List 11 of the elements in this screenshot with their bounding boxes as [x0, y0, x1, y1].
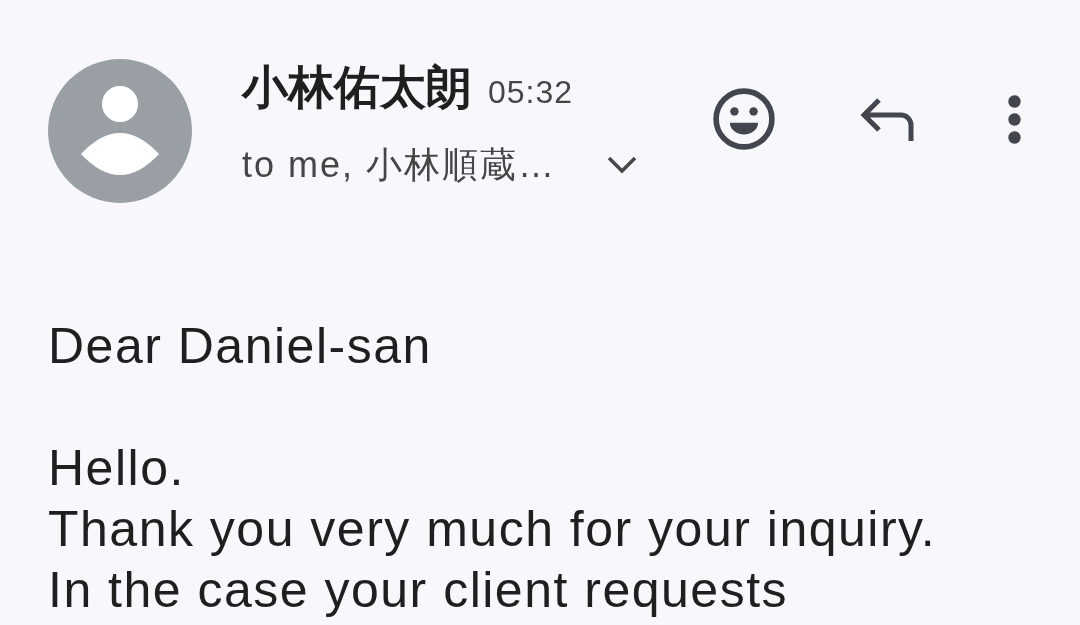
email-body-line: Hello. — [48, 439, 185, 498]
email-body-line: In the case your client requests — [48, 561, 789, 620]
sender-name: 小林佑太朗 — [242, 60, 472, 115]
email-body-line: Thank you very much for your inquiry. — [48, 500, 937, 559]
smiley-face-icon — [713, 88, 775, 150]
message-time: 05:32 — [488, 73, 574, 112]
reply-arrow-icon — [859, 97, 917, 141]
avatar-icon — [48, 59, 192, 203]
email-body-line: Dear Daniel-san — [48, 317, 432, 376]
recipients-text: to me, 小林順蔵… — [242, 143, 557, 187]
more-vertical-icon — [1007, 94, 1021, 144]
